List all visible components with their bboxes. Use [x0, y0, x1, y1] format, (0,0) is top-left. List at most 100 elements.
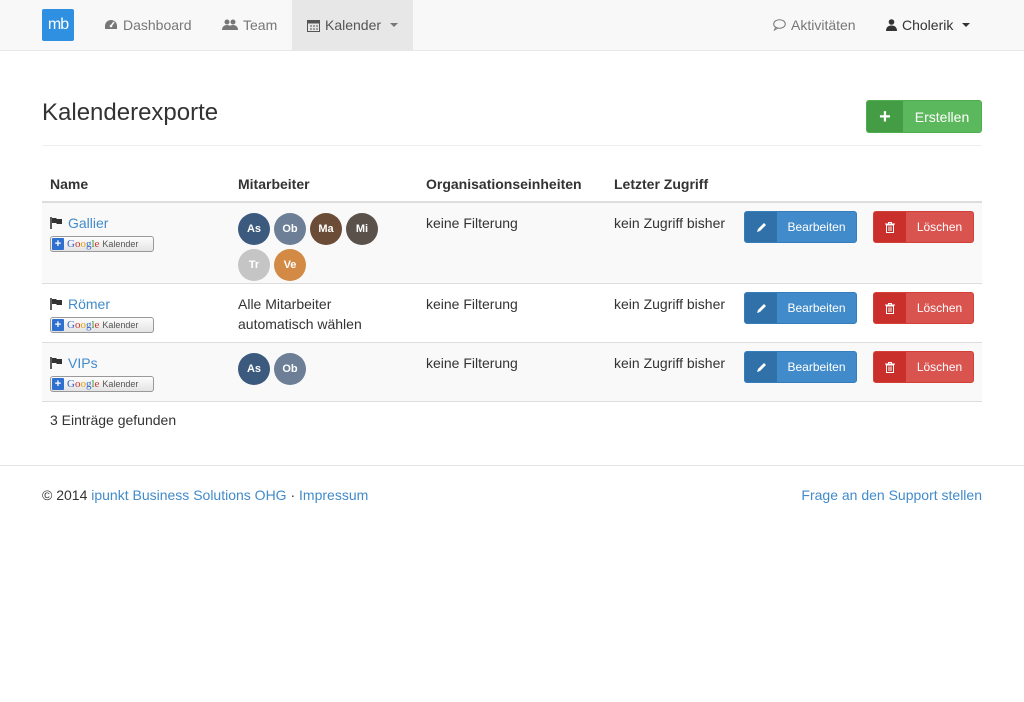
members-auto-text-line: Alle Mitarbeiter — [238, 296, 332, 312]
avatar[interactable]: Ma — [310, 213, 342, 245]
company-link[interactable]: ipunkt Business Solutions OHG — [91, 487, 286, 503]
edit-button-label: Bearbeiten — [787, 220, 846, 234]
google-logo: Google — [67, 238, 100, 250]
create-button[interactable]: + Erstellen — [866, 100, 982, 133]
export-name-text: Römer — [68, 296, 111, 312]
google-calendar-label: Kalender — [102, 320, 139, 330]
nav-item-label: Team — [243, 17, 278, 33]
trash-icon — [874, 352, 906, 382]
export-name: VIPs — [50, 353, 98, 373]
page-title: Kalenderexporte — [42, 99, 219, 126]
members-auto-text-line: automatisch wählen — [238, 316, 362, 332]
plus-icon: + — [52, 378, 64, 390]
user-name: Cholerik — [902, 17, 954, 33]
create-button-label: Erstellen — [914, 108, 970, 125]
divider — [42, 145, 982, 146]
google-logo: Google — [67, 378, 100, 390]
export-name-text: VIPs — [68, 355, 98, 371]
column-header-members: Mitarbeiter — [238, 176, 310, 192]
nav-item-kalender[interactable]: Kalender — [292, 0, 413, 50]
table-header: Name Mitarbeiter Organisationseinheiten … — [42, 166, 982, 203]
brand-logo[interactable]: mb — [42, 9, 74, 41]
delete-button-label: Löschen — [916, 220, 963, 234]
flag-icon — [50, 298, 62, 310]
nav-item-label: Dashboard — [123, 17, 192, 33]
edit-button-label: Bearbeiten — [787, 301, 846, 315]
google-calendar-button[interactable]: + Google Kalender — [50, 236, 154, 252]
nav-item-label: Kalender — [325, 17, 382, 33]
pencil-icon — [745, 352, 777, 382]
edit-button[interactable]: Bearbeiten — [744, 211, 857, 243]
org-units-value: keine Filterung — [426, 355, 518, 371]
plus-icon: + — [52, 238, 64, 250]
trash-icon — [874, 293, 906, 323]
export-name: Gallier — [50, 213, 108, 233]
plus-icon: + — [52, 319, 64, 331]
delete-button-label: Löschen — [916, 301, 963, 315]
user-icon — [886, 19, 897, 31]
chevron-down-icon — [390, 23, 399, 27]
flag-icon — [50, 217, 62, 229]
delete-button[interactable]: Löschen — [873, 292, 974, 324]
nav-item-team[interactable]: Team — [222, 0, 277, 50]
member-avatars: As Ob Ma Mi Tr Ve — [238, 213, 386, 281]
google-logo: Google — [67, 319, 100, 331]
edit-button-label: Bearbeiten — [787, 360, 846, 374]
google-calendar-button[interactable]: + Google Kalender — [50, 317, 154, 333]
edit-button[interactable]: Bearbeiten — [744, 351, 857, 383]
edit-button[interactable]: Bearbeiten — [744, 292, 857, 324]
calendar-icon — [307, 19, 320, 32]
pencil-icon — [745, 212, 777, 242]
plus-icon: + — [867, 101, 903, 132]
copyright-text: © 2014 — [42, 487, 88, 503]
table-row: VIPs + Google Kalender As Ob keine Filte… — [42, 343, 982, 402]
last-access-value: kein Zugriff bisher — [614, 355, 726, 371]
last-access-value: kein Zugriff bisher — [614, 296, 726, 312]
export-name-link[interactable]: Römer — [50, 294, 110, 314]
avatar[interactable]: As — [238, 353, 270, 385]
delete-button[interactable]: Löschen — [873, 351, 974, 383]
user-menu[interactable]: Cholerik — [886, 0, 971, 50]
footer-divider — [0, 465, 1024, 466]
footer-support: Frage an den Support stellen — [801, 487, 982, 503]
org-units-value: keine Filterung — [426, 215, 518, 231]
avatar[interactable]: Tr — [238, 249, 270, 281]
column-header-org-units: Organisationseinheiten — [426, 176, 582, 192]
column-header-name: Name — [50, 176, 89, 192]
export-name-text: Gallier — [68, 215, 109, 231]
delete-button-label: Löschen — [916, 360, 963, 374]
export-name-link[interactable]: VIPs — [50, 353, 98, 373]
avatar[interactable]: Mi — [346, 213, 378, 245]
comment-icon — [773, 19, 786, 31]
google-calendar-label: Kalender — [102, 379, 139, 389]
top-navbar: mb Dashboard Team Kalender Aktivitäten C… — [0, 0, 1024, 51]
last-access-value: kein Zugriff bisher — [614, 215, 726, 231]
avatar[interactable]: Ob — [274, 213, 306, 245]
footer-separator: · — [290, 487, 296, 503]
chevron-down-icon — [962, 23, 971, 27]
nav-item-activity[interactable]: Aktivitäten — [773, 0, 856, 50]
table-row: Römer + Google Kalender Alle Mitarbeiter… — [42, 284, 982, 343]
pencil-icon — [745, 293, 777, 323]
dashboard-icon — [104, 19, 118, 31]
users-icon — [222, 19, 238, 31]
export-name-link[interactable]: Gallier — [50, 213, 108, 233]
avatar[interactable]: Ve — [274, 249, 306, 281]
avatar[interactable]: Ob — [274, 353, 306, 385]
column-header-last-access: Letzter Zugriff — [614, 176, 709, 192]
nav-item-dashboard[interactable]: Dashboard — [104, 0, 192, 50]
impressum-link[interactable]: Impressum — [299, 487, 368, 503]
avatar[interactable]: As — [238, 213, 270, 245]
result-count: 3 Einträge gefunden — [50, 412, 177, 428]
org-units-value: keine Filterung — [426, 296, 518, 312]
delete-button[interactable]: Löschen — [873, 211, 974, 243]
calendar-export-table: Name Mitarbeiter Organisationseinheiten … — [42, 166, 982, 402]
table-row: Gallier + Google Kalender As Ob Ma Mi Tr… — [42, 203, 982, 284]
flag-icon — [50, 357, 62, 369]
members-auto-text: Alle Mitarbeiter automatisch wählen — [238, 294, 362, 334]
trash-icon — [874, 212, 906, 242]
google-calendar-button[interactable]: + Google Kalender — [50, 376, 154, 392]
nav-item-label: Aktivitäten — [791, 17, 856, 33]
support-link[interactable]: Frage an den Support stellen — [801, 487, 982, 503]
brand-logo-text: mb — [47, 16, 69, 33]
